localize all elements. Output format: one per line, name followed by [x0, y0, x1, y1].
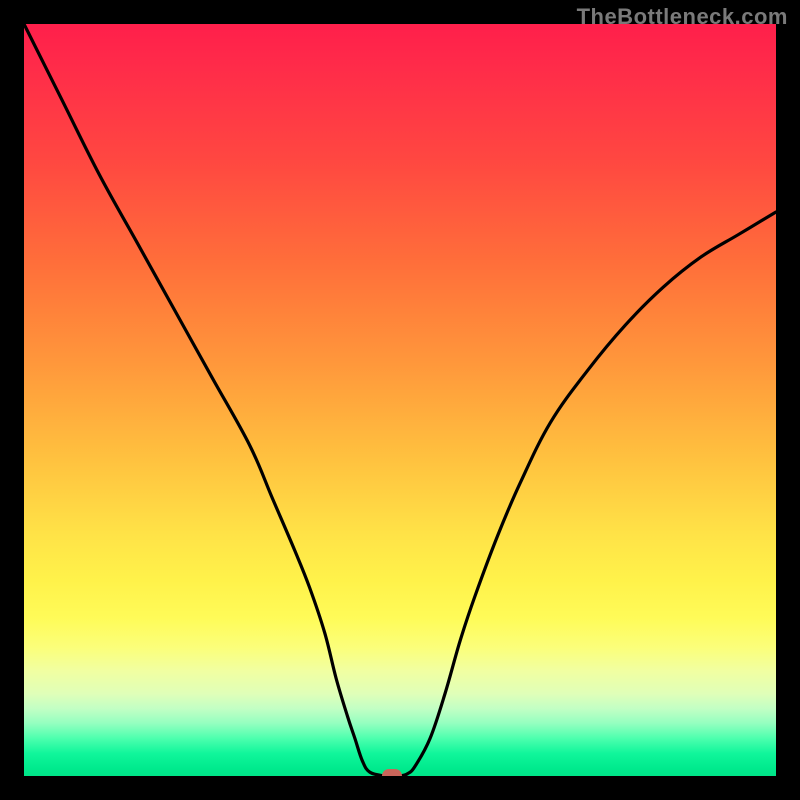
plot-area — [24, 24, 776, 776]
optimal-marker — [382, 769, 402, 776]
chart-frame: TheBottleneck.com — [0, 0, 800, 800]
curve-svg — [24, 24, 776, 776]
bottleneck-curve — [24, 24, 776, 776]
watermark-text: TheBottleneck.com — [577, 4, 788, 30]
